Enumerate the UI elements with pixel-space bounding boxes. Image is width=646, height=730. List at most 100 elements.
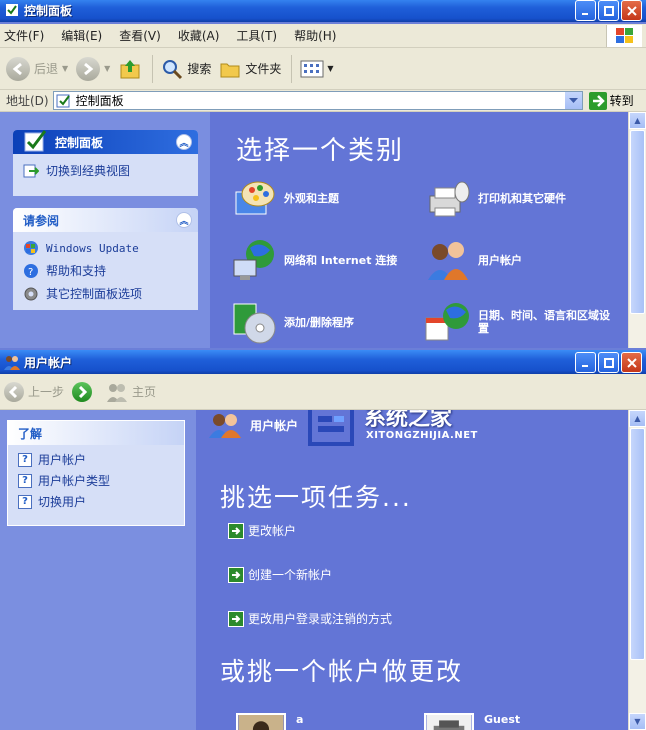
maximize-button[interactable]: [598, 352, 619, 373]
help-support-link[interactable]: ? 帮助和支持: [13, 259, 198, 282]
forward-arrow-icon: [72, 381, 93, 402]
account-name-guest: Guest: [484, 713, 521, 726]
user-accounts-toolbar: 上一步 主页: [0, 374, 646, 410]
home-button[interactable]: 主页: [106, 382, 156, 402]
folders-button[interactable]: 文件夹: [219, 58, 281, 80]
pick-category-heading: 选择一个类别: [236, 136, 405, 166]
learn-user-accounts-link[interactable]: ? 用户帐户: [8, 445, 184, 470]
other-options-link[interactable]: 其它控制面板选项: [13, 282, 198, 305]
help-question-icon: ?: [18, 494, 32, 509]
search-button[interactable]: 搜索: [161, 58, 211, 80]
task-pane: 控制面板 ︽ 切换到经典视图 请参阅 ︽ Windows Update ? 帮助…: [0, 112, 210, 348]
category-user-accounts[interactable]: 用户帐户: [424, 236, 614, 284]
category-date-time-region[interactable]: 日期、时间、语言和区域设置: [424, 298, 614, 346]
control-panel-box-header[interactable]: 控制面板 ︽: [13, 130, 198, 154]
back-button[interactable]: 后退 ▼: [6, 56, 68, 81]
scrollbar-thumb[interactable]: [630, 428, 645, 660]
close-button[interactable]: [621, 352, 642, 373]
up-folder-icon: [120, 59, 140, 78]
other-options-label: 其它控制面板选项: [46, 287, 143, 301]
menu-file[interactable]: 文件(F): [4, 27, 44, 44]
address-input[interactable]: 控制面板: [52, 91, 583, 110]
forward-button[interactable]: ▼: [76, 56, 110, 81]
toolbar-divider: [291, 54, 293, 83]
task-arrow-icon: [228, 566, 244, 583]
see-also-box: 请参阅 ︽ Windows Update ? 帮助和支持 其它控制面板选项: [13, 208, 198, 310]
pick-task-heading: 挑选一项任务...: [220, 483, 412, 512]
task-change-logon[interactable]: 更改用户登录或注销的方式: [228, 610, 392, 627]
task-create-account[interactable]: 创建一个新帐户: [228, 566, 332, 583]
category-appearance[interactable]: 外观和主题: [230, 174, 420, 222]
go-arrow-icon: [588, 91, 607, 110]
menu-edit[interactable]: 编辑(E): [61, 27, 102, 44]
control-panel-box-title: 控制面板: [55, 135, 104, 150]
account-tile-a[interactable]: a: [236, 713, 303, 730]
switch-view-icon: [23, 164, 39, 177]
menu-view[interactable]: 查看(V): [119, 27, 161, 44]
control-panel-box: 控制面板 ︽ 切换到经典视图: [13, 130, 198, 196]
control-panel-big-icon: [24, 130, 47, 152]
folder-icon: [220, 63, 240, 77]
switch-classic-view-link[interactable]: 切换到经典视图: [13, 154, 198, 182]
category-network[interactable]: 网络和 Internet 连接: [230, 236, 420, 284]
scroll-down-arrow-icon[interactable]: ▼: [629, 713, 646, 730]
up-folder-button[interactable]: [118, 57, 142, 81]
see-also-header[interactable]: 请参阅 ︽: [13, 208, 198, 232]
see-also-title: 请参阅: [23, 213, 60, 228]
forward-button[interactable]: [72, 381, 93, 402]
category-add-remove[interactable]: 添加/删除程序: [230, 298, 420, 346]
vertical-scrollbar[interactable]: ▲: [628, 112, 646, 348]
close-button[interactable]: [621, 0, 642, 21]
minimize-button[interactable]: [575, 0, 596, 21]
control-panel-icon: [4, 2, 20, 18]
user-accounts-icon: [209, 414, 241, 438]
go-label: 转到: [609, 94, 634, 108]
scroll-up-arrow-icon[interactable]: ▲: [629, 410, 646, 427]
menu-favorites[interactable]: 收藏(A): [178, 27, 220, 44]
standard-toolbar: 后退 ▼ ▼ 搜索 文件夹 ▼: [0, 48, 646, 90]
vertical-scrollbar[interactable]: ▲ ▼: [628, 410, 646, 730]
add-remove-programs-icon: [233, 303, 276, 344]
chevron-down-icon[interactable]: ▼: [327, 64, 333, 73]
back-button[interactable]: 上一步: [4, 381, 64, 402]
collapse-chevron-icon[interactable]: ︽: [176, 134, 192, 150]
maximize-button[interactable]: [598, 0, 619, 21]
learn-switch-user-label: 切换用户: [38, 495, 87, 509]
task-change-logon-label: 更改用户登录或注销的方式: [248, 612, 393, 626]
windows-update-icon: [24, 241, 38, 255]
chevron-down-icon[interactable]: ▼: [104, 64, 110, 73]
views-button[interactable]: ▼: [300, 59, 334, 79]
learn-account-types-link[interactable]: ? 用户帐户类型: [8, 470, 184, 491]
chevron-down-icon[interactable]: ▼: [62, 64, 68, 73]
learn-switch-user-link[interactable]: ? 切换用户: [8, 491, 184, 512]
window-title: 用户帐户: [24, 355, 73, 370]
minimize-button[interactable]: [575, 352, 596, 373]
task-arrow-icon: [228, 522, 244, 539]
task-change-account-label: 更改帐户: [248, 524, 297, 538]
window-title: 控制面板: [24, 3, 73, 18]
help-question-icon: ?: [18, 473, 32, 488]
network-internet-label: 网络和 Internet 连接: [284, 253, 398, 267]
control-panel-titlebar[interactable]: 控制面板: [0, 0, 646, 22]
appearance-themes-icon: [235, 181, 275, 215]
go-button[interactable]: 转到: [588, 91, 634, 110]
menu-tools[interactable]: 工具(T): [236, 27, 277, 44]
scrollbar-thumb[interactable]: [630, 130, 645, 314]
user-accounts-titlebar[interactable]: 用户帐户: [0, 350, 646, 374]
control-panel-content: 控制面板 ︽ 切换到经典视图 请参阅 ︽ Windows Update ? 帮助…: [0, 112, 646, 348]
address-label: 地址(D): [6, 94, 49, 108]
gear-icon: [24, 287, 38, 300]
collapse-chevron-icon[interactable]: ︽: [176, 212, 192, 228]
menu-help[interactable]: 帮助(H): [294, 27, 336, 44]
category-printers[interactable]: 打印机和其它硬件: [424, 174, 614, 222]
windows-update-link[interactable]: Windows Update: [13, 232, 198, 259]
task-change-account[interactable]: 更改帐户: [228, 522, 296, 539]
account-avatar: [236, 713, 286, 730]
chevron-down-icon[interactable]: [564, 92, 582, 109]
account-tile-guest[interactable]: Guest: [424, 713, 520, 730]
scroll-up-arrow-icon[interactable]: ▲: [629, 112, 646, 129]
printer-hardware-icon: [429, 181, 470, 217]
toolbar-divider: [152, 54, 154, 83]
user-accounts-content: 用户帐户 系统之家 XITONGZHIJIA.NET 挑选一项任务... 更改帐…: [196, 410, 628, 730]
switch-classic-view-label: 切换到经典视图: [46, 164, 131, 178]
